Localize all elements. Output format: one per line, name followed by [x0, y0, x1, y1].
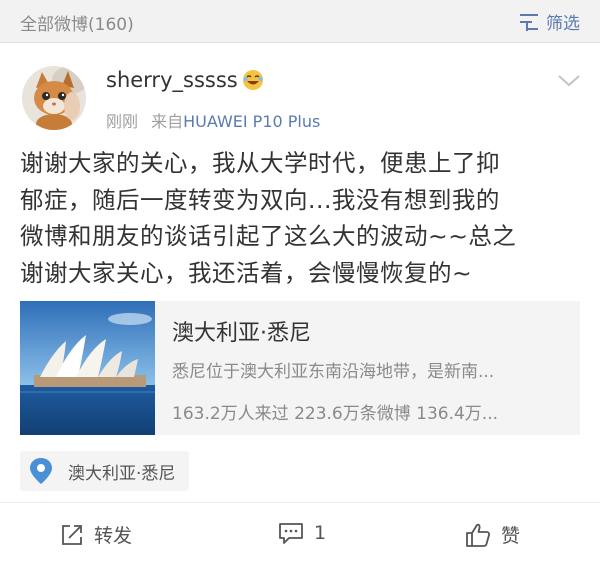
post-text-line: 郁症，随后一度转变为双向...我没有想到我的 [20, 185, 500, 214]
repost-button[interactable]: 转发 [60, 521, 132, 548]
location-card[interactable]: 澳大利亚·悉尼 悉尼位于澳大利亚东南沿海地带，是新南... 163.2万人来过 … [20, 301, 580, 435]
filter-label: 筛选 [546, 14, 580, 34]
username-text: sherry_sssss [106, 68, 238, 92]
post-text-line: 微博和朋友的谈话引起了这么大的波动~~总之 [20, 222, 517, 250]
post-text-line: 谢谢大家的关心，我从大学时代，便患上了抑 [20, 149, 500, 177]
all-weibo-count-title: 全部微博(160) [20, 15, 134, 35]
sydney-opera-house-thumbnail [20, 301, 155, 435]
chevron-down-icon[interactable] [556, 70, 582, 90]
post-text-line: 谢谢大家关心，我还活着，会慢慢恢复的~ [20, 258, 473, 287]
card-title: 澳大利亚·悉尼 [172, 321, 311, 346]
thumbs-up-icon [466, 523, 491, 547]
kitten-avatar-image [22, 66, 86, 130]
like-button[interactable]: 赞 [465, 521, 520, 548]
post-meta: 刚刚 来自HUAWEI P10 Plus [106, 108, 320, 132]
repost-label: 转发 [94, 525, 133, 547]
post-time: 刚刚 [106, 112, 139, 131]
comment-count: 1 [314, 522, 327, 544]
filter-icon [520, 13, 538, 31]
like-label: 赞 [501, 525, 521, 547]
action-bar: 转发 1 赞 [0, 503, 600, 576]
user-avatar[interactable] [22, 66, 86, 130]
post-text: 谢谢大家的关心，我从大学时代，便患上了抑 郁症，随后一度转变为双向...我没有想… [20, 145, 585, 291]
location-label: 澳大利亚·悉尼 [68, 463, 176, 484]
post-source-device[interactable]: HUAWEI P10 Plus [183, 112, 320, 131]
card-stats: 163.2万人来过 223.6万条微博 136.4万... [172, 404, 499, 424]
card-description: 悉尼位于澳大利亚东南沿海地带，是新南... [172, 362, 495, 382]
comment-button[interactable]: 1 [278, 521, 326, 545]
repost-icon [62, 524, 82, 545]
source-prefix: 来自 [151, 112, 184, 131]
filter-button[interactable]: 筛选 [518, 9, 580, 34]
top-bar: 全部微博(160) 筛选 [0, 0, 600, 43]
comment-icon [279, 523, 303, 544]
location-tag[interactable]: 澳大利亚·悉尼 [20, 451, 190, 491]
location-pin-icon [30, 458, 52, 484]
username[interactable]: sherry_sssss [106, 68, 264, 92]
laughing-emoji-icon [242, 70, 263, 90]
